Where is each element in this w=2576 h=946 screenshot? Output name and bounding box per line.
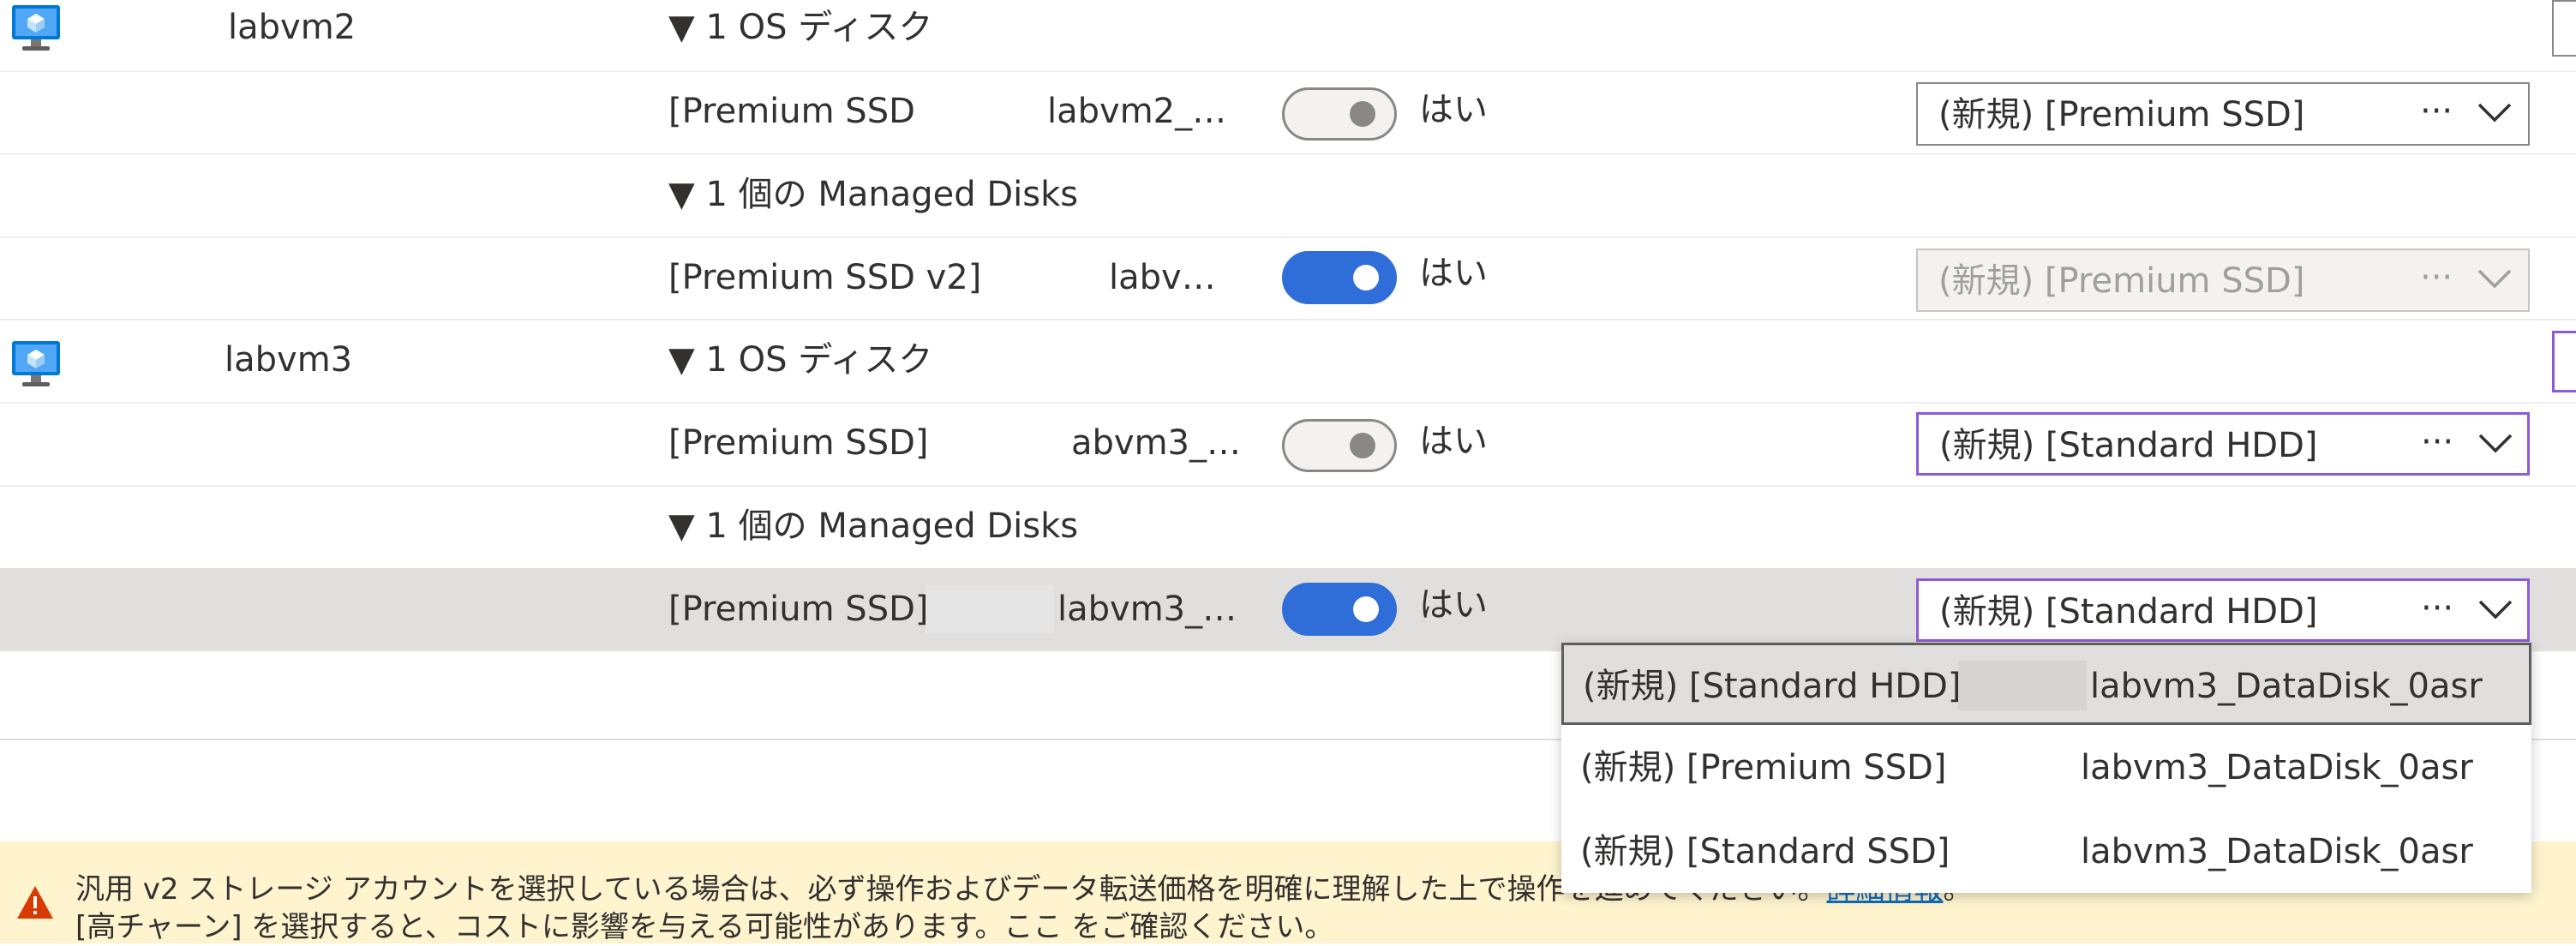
- disk-name-label: labv…: [1109, 258, 1216, 297]
- vm-row-labvm3: labvm3 ▼ 1 OS ディスク: [0, 319, 2576, 404]
- replication-toggle[interactable]: [1282, 583, 1397, 636]
- disk-name-label: labvm3_…: [1057, 590, 1237, 629]
- target-disk-type-dropdown: (新規) [Premium SSD] ···: [1916, 248, 2530, 312]
- chevron-down-icon: [2477, 432, 2513, 454]
- managed-disks-group-toggle[interactable]: ▼ 1 個の Managed Disks: [668, 174, 1078, 215]
- option-tier: (新規) [Standard HDD]: [1583, 667, 1962, 706]
- chevron-down-icon: [2477, 101, 2513, 123]
- dropdown-option[interactable]: (新規) [Standard HDD] labvm3_DataDisk_0asr: [1561, 643, 2531, 725]
- disk-row: [Premium SSD labvm2_… はい (新規) [Premium S…: [0, 70, 2576, 155]
- replication-toggle[interactable]: [1282, 87, 1397, 141]
- virtual-machine-icon: [10, 339, 62, 391]
- os-disk-group-toggle[interactable]: ▼ 1 OS ディスク: [668, 339, 932, 380]
- toggle-knob: [1353, 596, 1379, 622]
- target-disk-type-dropdown[interactable]: (新規) [Standard HDD] ···: [1916, 578, 2530, 642]
- dropdown-value: (新規) [Standard HDD]: [1939, 592, 2318, 632]
- disk-row: [Premium SSD] abvm3_… はい (新規) [Standard …: [0, 402, 2576, 487]
- replication-toggle[interactable]: [1282, 419, 1397, 472]
- more-icon: ···: [2421, 422, 2454, 462]
- os-disk-group-toggle[interactable]: ▼ 1 OS ディスク: [668, 7, 932, 48]
- disk-name-label: labvm2_…: [1047, 92, 1227, 131]
- toggle-label: はい: [1419, 585, 1488, 625]
- vm-name: labvm2: [228, 8, 356, 47]
- target-disk-type-dropdown[interactable]: (新規) [Premium SSD] ···: [1916, 82, 2530, 146]
- dropdown-value: (新規) [Premium SSD]: [1938, 95, 2305, 135]
- dropdown-option[interactable]: (新規) [Standard SSD] labvm3_DataDisk_0asr: [1561, 811, 2531, 893]
- toggle-knob: [1350, 433, 1375, 458]
- managed-disks-group-row: ▼ 1 個の Managed Disks: [0, 485, 2576, 570]
- disk-row: [Premium SSD v2] labv… はい (新規) [Premium …: [0, 236, 2576, 320]
- option-disk-name: labvm3_DataDisk_0asr: [2090, 667, 2483, 706]
- redacted-area: [926, 585, 1054, 633]
- toggle-label: はい: [1419, 90, 1488, 129]
- disk-name-label: abvm3_…: [1071, 423, 1241, 463]
- warning-line-2: [高チャーン] を選択すると、コストに影響を与える可能性があります。ここ をご確…: [75, 910, 1334, 944]
- toggle-knob: [1350, 101, 1375, 127]
- disk-row-selected[interactable]: [Premium SSD] labvm3_… はい (新規) [Standard…: [0, 568, 2576, 652]
- vm-row-labvm2: labvm2 ▼ 1 OS ディスク: [0, 0, 2576, 72]
- more-icon: ···: [2420, 258, 2453, 297]
- edge-control[interactable]: [2552, 0, 2576, 57]
- option-tier: (新規) [Standard SSD]: [1580, 832, 1950, 871]
- replication-toggle[interactable]: [1282, 251, 1397, 304]
- option-tier: (新規) [Premium SSD]: [1580, 748, 1947, 787]
- target-disk-type-dropdown[interactable]: (新規) [Standard HDD] ···: [1916, 412, 2530, 476]
- managed-disks-group-row: ▼ 1 個の Managed Disks: [0, 153, 2576, 238]
- disk-type-label: [Premium SSD: [668, 92, 915, 131]
- vm-name: labvm3: [225, 340, 353, 380]
- warning-triangle-icon: [17, 886, 53, 919]
- virtual-machine-icon: [10, 3, 62, 55]
- toggle-knob: [1353, 265, 1379, 290]
- toggle-label: はい: [1419, 422, 1488, 461]
- disk-type-label: [Premium SSD v2]: [668, 258, 982, 297]
- disk-type-label: [Premium SSD]: [668, 423, 929, 463]
- dropdown-value: (新規) [Premium SSD]: [1938, 261, 2305, 301]
- dropdown-value: (新規) [Standard HDD]: [1939, 426, 2318, 465]
- disk-type-dropdown-menu: (新規) [Standard HDD] labvm3_DataDisk_0asr…: [1561, 643, 2531, 893]
- disk-type-label: [Premium SSD]: [668, 590, 929, 629]
- more-icon: ···: [2421, 589, 2454, 628]
- dropdown-option[interactable]: (新規) [Premium SSD] labvm3_DataDisk_0asr: [1561, 727, 2531, 809]
- chevron-down-icon: [2477, 598, 2513, 620]
- redacted-area: [1958, 661, 2087, 710]
- toggle-label: はい: [1419, 254, 1488, 293]
- option-disk-name: labvm3_DataDisk_0asr: [2081, 748, 2473, 787]
- option-disk-name: labvm3_DataDisk_0asr: [2081, 832, 2473, 871]
- more-icon: ···: [2420, 92, 2453, 131]
- edge-control[interactable]: [2552, 331, 2576, 392]
- managed-disks-group-toggle[interactable]: ▼ 1 個の Managed Disks: [668, 506, 1078, 547]
- chevron-down-icon: [2477, 267, 2513, 290]
